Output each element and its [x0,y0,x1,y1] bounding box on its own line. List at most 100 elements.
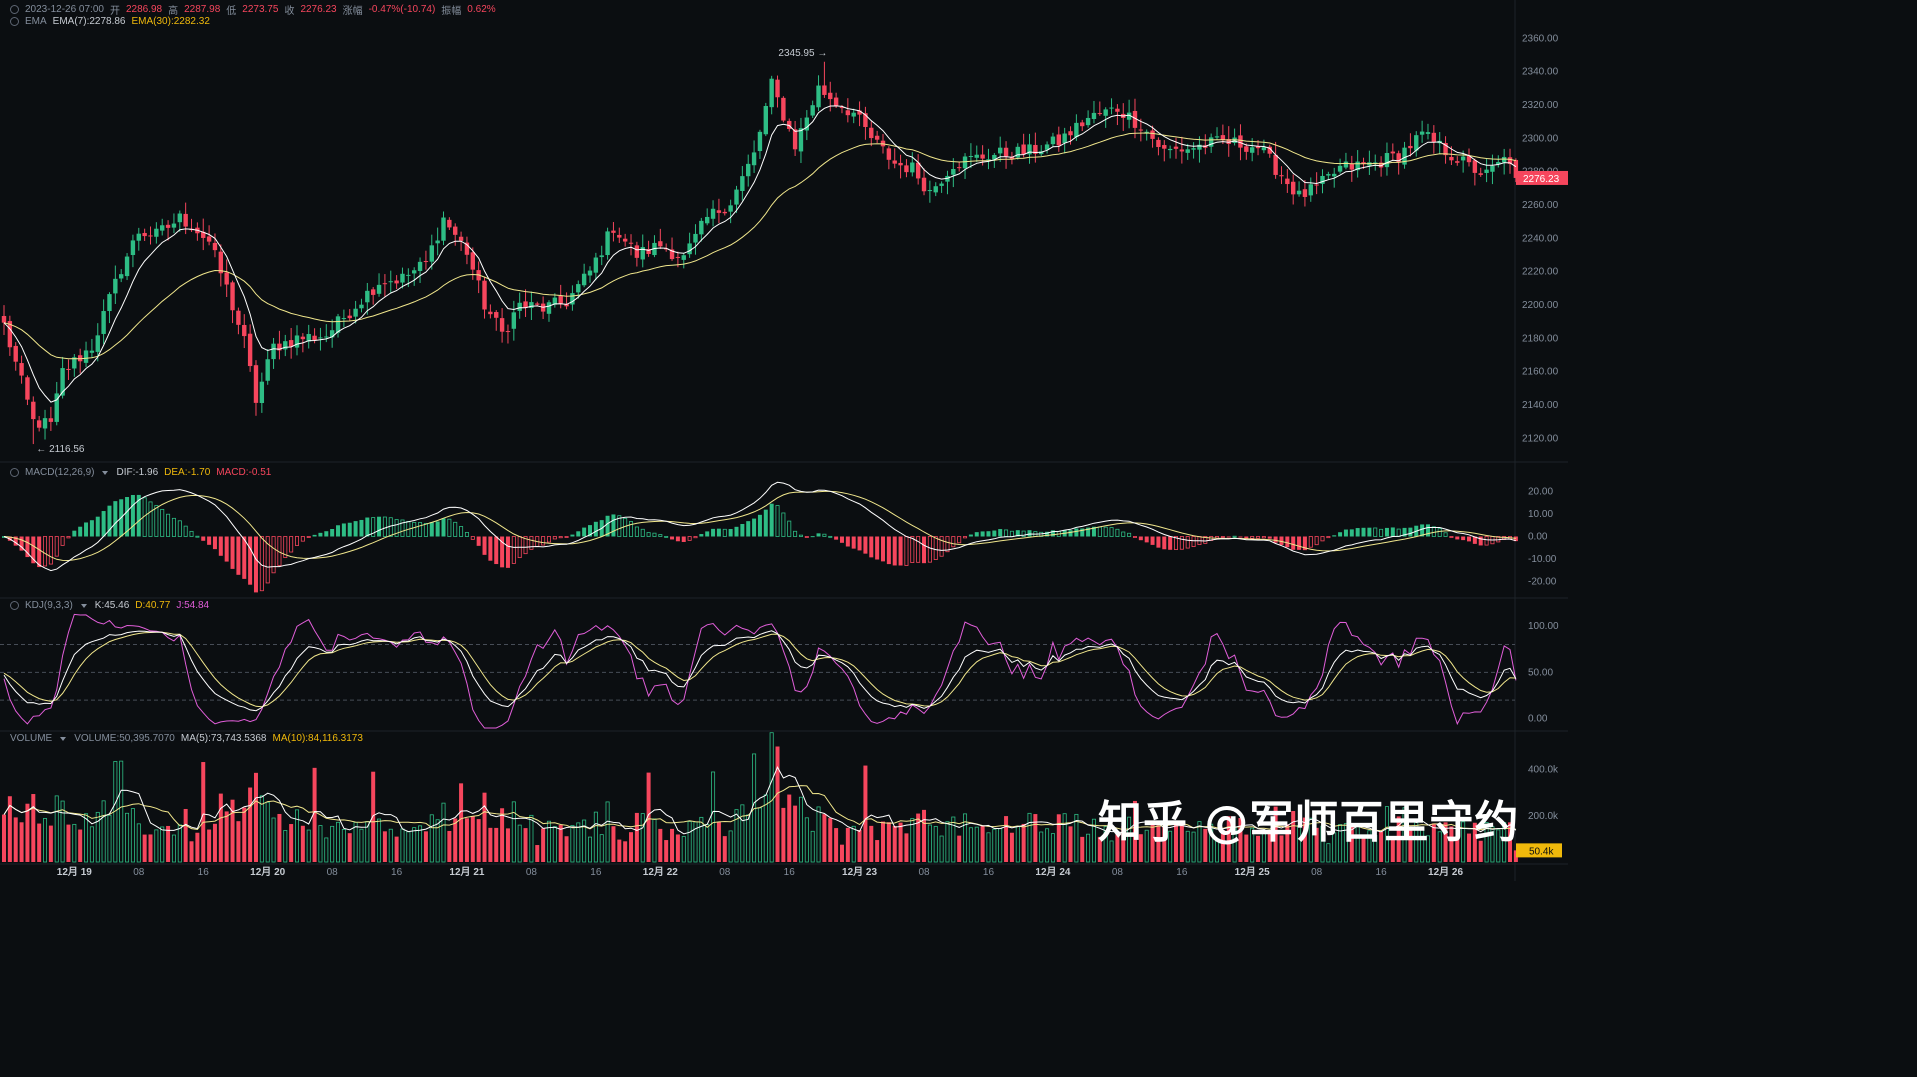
price-axis-label: 2160.00 [1522,367,1559,378]
macd-bar [505,536,510,568]
volume-bar [400,828,405,863]
visibility-icon[interactable] [10,5,19,14]
volume-bar [318,825,323,863]
ema30-line [3,132,1516,360]
volume-bar [804,817,809,863]
volume-bar [974,826,979,863]
candle-body [429,245,434,262]
volume-bar [505,828,510,862]
candle-body [470,252,475,270]
macd-bar [963,536,968,539]
candle-body [1249,147,1255,153]
macd-bar [101,511,106,537]
macd-bar [951,536,956,548]
candle-body [341,318,347,320]
volume-bar [148,834,153,862]
volume-bar [160,826,165,863]
candle-body [394,280,399,284]
volume-bar [863,765,868,862]
candle-body [681,255,686,260]
macd-bar [670,536,675,540]
macd-bar [775,505,780,537]
macd-bar [769,503,774,537]
kdj-axis-label: 50.00 [1528,667,1553,678]
candle-body [253,365,259,403]
macd-bar [1343,529,1348,537]
macd-bar [1115,528,1120,537]
bell-icon[interactable] [10,601,19,610]
macd-bar [787,520,792,537]
macd-axis-label: 20.00 [1528,487,1553,498]
macd-bar [113,501,118,537]
candle-body [1285,178,1290,185]
macd-bar [839,536,844,543]
macd-bar [927,536,932,563]
volume-bar [107,814,112,863]
candle-body [1015,146,1020,158]
volume-bar [599,834,604,863]
candle-body [1296,190,1302,195]
macd-bar [904,536,909,566]
macd-bar [1455,536,1460,540]
price-axis-label: 2260.00 [1522,200,1559,211]
candle-body [265,359,270,381]
volume-bar [576,822,581,863]
macd-bar [781,512,786,537]
volume-bar [459,783,464,862]
macd-bar [693,536,698,539]
close-value: 2276.23 [300,4,337,15]
macd-bar [1308,536,1313,548]
price-axis-label: 2120.00 [1522,433,1559,444]
volume-bar [1068,826,1073,862]
time-axis-label: 12月 20 [250,866,285,878]
macd-bar [939,536,944,557]
volume-bar [757,807,762,863]
candle-body [1332,173,1337,177]
time-axis-label: 12月 22 [643,866,678,878]
macd-bar [1390,527,1395,537]
chevron-down-icon[interactable] [102,470,109,475]
macd-bar [974,532,979,537]
chevron-down-icon[interactable] [80,603,87,608]
macd-bar [212,536,217,550]
volume-name[interactable]: VOLUME [10,733,52,744]
macd-bar [72,530,77,537]
candle-body [1191,148,1196,150]
candle-body [904,165,909,173]
bell-icon[interactable] [10,468,19,477]
candle-body [1080,122,1085,127]
macd-name[interactable]: MACD(12,26,9) [25,467,94,478]
ema-name[interactable]: EMA [25,16,47,27]
candle-body [271,343,276,360]
volume-bar [394,836,399,862]
candle-body [1455,161,1460,163]
candle-body [927,190,933,192]
volume-bar [611,826,616,862]
visibility-icon[interactable] [10,17,19,26]
chart-svg[interactable]: 2360.002340.002320.002300.002280.002260.… [0,0,1568,881]
macd-bar [330,529,335,537]
kdj-name[interactable]: KDJ(9,3,3) [25,600,73,611]
candle-body [1115,108,1120,112]
candle-body [154,228,159,237]
macd-bar [95,516,100,537]
candle-body [658,241,663,247]
macd-bar [910,536,915,563]
macd-bar [459,526,464,537]
candle-body [124,256,130,277]
open-label: 开 [109,6,120,17]
macd-bar [166,513,171,537]
volume-bar [31,794,36,862]
macd-bar [1074,528,1079,537]
macd-bar [195,535,200,538]
candle-body [1490,165,1495,172]
macd-bar [828,535,833,538]
macd-bar [629,521,634,537]
chevron-down-icon[interactable] [60,736,67,741]
macd-bar [845,536,850,547]
time-axis-label: 08 [133,867,145,878]
macd-bar [623,517,628,537]
volume-bar [1056,814,1061,862]
volume-bar [1062,813,1067,863]
candle-body [224,272,229,285]
